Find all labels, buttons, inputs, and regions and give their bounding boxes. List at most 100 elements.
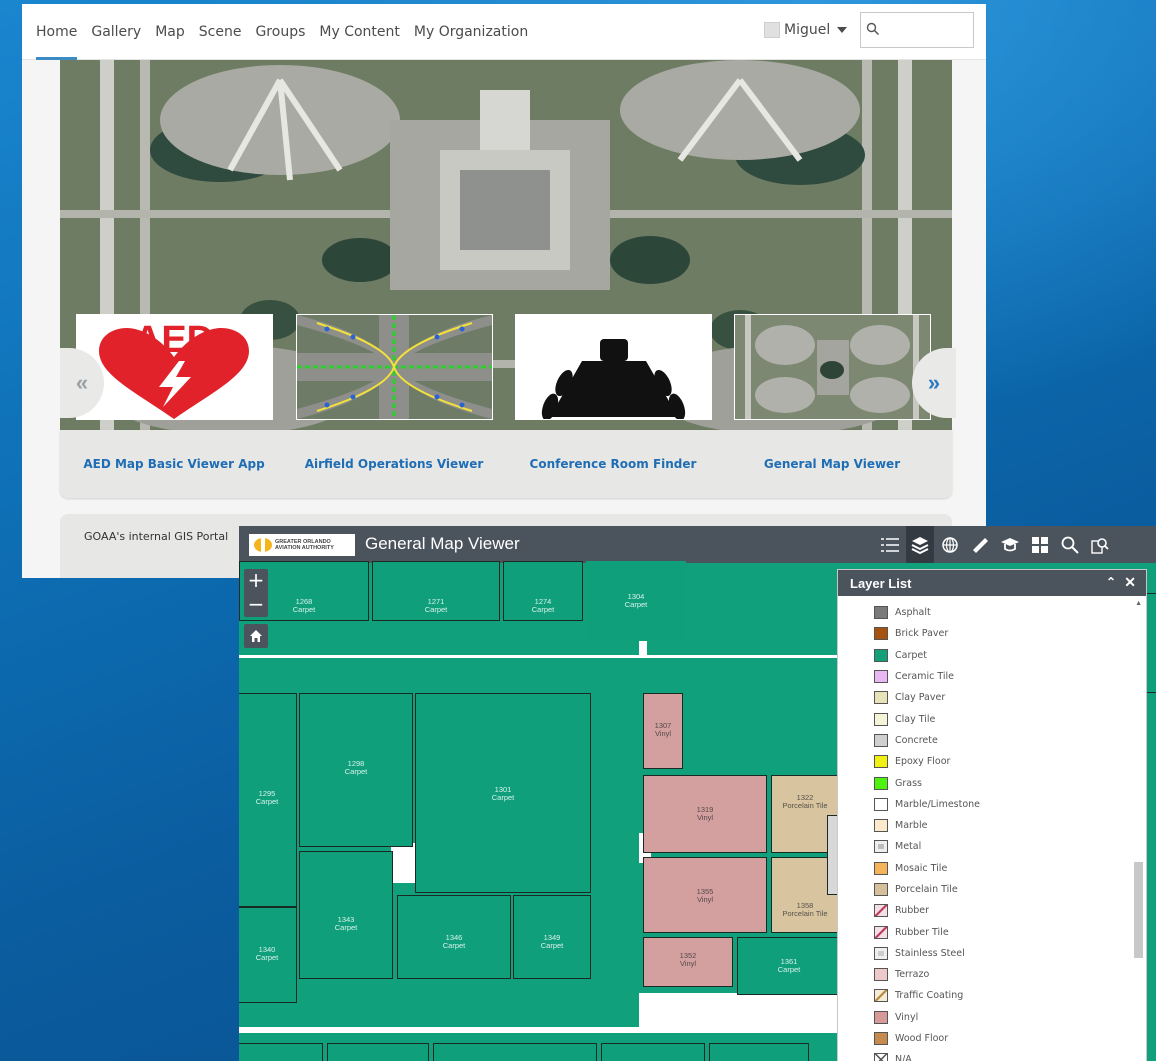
widget-grid-tool-button[interactable] <box>1026 526 1054 563</box>
aed-heart-icon: AED <box>99 319 249 419</box>
room-1295[interactable]: 1295 Carpet <box>239 693 297 907</box>
legend-swatch <box>874 904 888 918</box>
legend-item: Brick Paver <box>874 623 980 644</box>
room-1343[interactable]: 1343 Carpet <box>299 851 393 979</box>
scroll-up-icon[interactable]: ▲ <box>1135 600 1142 607</box>
search-icon <box>866 22 880 36</box>
card-label-general-map[interactable]: General Map Viewer <box>722 457 942 471</box>
room-1307[interactable]: 1307 Vinyl <box>643 693 683 769</box>
viewer-header: GREATER ORLANDO AVIATION AUTHORITY Gener… <box>239 526 1156 563</box>
zoom-out-button[interactable]: − <box>244 593 268 617</box>
legend-item: Epoxy Floor <box>874 751 980 772</box>
zoom-in-button[interactable]: + <box>244 569 268 593</box>
airfield-intersection-icon <box>297 315 492 419</box>
search-icon <box>1061 536 1079 554</box>
legend-swatch <box>874 776 888 790</box>
nav-scene[interactable]: Scene <box>199 4 242 60</box>
nav-groups[interactable]: Groups <box>255 4 305 60</box>
room-bottom[interactable] <box>601 1043 705 1061</box>
nav-my-content[interactable]: My Content <box>319 4 400 60</box>
legend-swatch <box>874 925 888 939</box>
user-name: Miguel <box>784 22 831 38</box>
legend-item: N/A <box>874 1049 980 1061</box>
room-1298[interactable]: 1298 Carpet <box>299 693 413 847</box>
card-label-airfield[interactable]: Airfield Operations Viewer <box>284 457 504 471</box>
card-general-map-thumbnail[interactable] <box>734 314 931 420</box>
legend-swatch <box>874 670 888 684</box>
legend-swatch <box>874 797 888 811</box>
hallway <box>391 843 416 883</box>
room-1355[interactable]: 1355 Vinyl <box>643 857 767 933</box>
legend-swatch <box>874 733 888 747</box>
collapse-icon[interactable]: ⌃ <box>1106 575 1116 589</box>
legend-tool-button[interactable] <box>876 526 904 563</box>
layer-list-panel: Layer List ⌃ ✕ ▲ Asphalt Brick Paver Carpe… <box>837 569 1147 1061</box>
card-conference-thumbnail[interactable] <box>515 314 712 421</box>
card-label-aed[interactable]: AED Map Basic Viewer App <box>64 457 284 471</box>
card-label-conference[interactable]: Conference Room Finder <box>503 457 723 471</box>
legend-label: Mosaic Tile <box>895 862 948 874</box>
top-navigation: Home Gallery Map Scene Groups My Content… <box>22 4 986 60</box>
legend-swatch <box>874 1010 888 1024</box>
nav-my-organization[interactable]: My Organization <box>414 4 528 60</box>
legend-label: N/A <box>895 1054 912 1061</box>
legend-label: Carpet <box>895 649 927 661</box>
close-icon[interactable]: ✕ <box>1124 574 1136 591</box>
query-icon <box>1091 537 1109 554</box>
room-1349[interactable]: 1349 Carpet <box>513 895 591 979</box>
about-tool-button[interactable] <box>996 526 1024 563</box>
nav-home[interactable]: Home <box>36 4 78 60</box>
room-1319[interactable]: 1319 Vinyl <box>643 775 767 853</box>
home-button[interactable] <box>244 624 268 648</box>
room-bottom[interactable] <box>327 1043 429 1061</box>
legend-swatch <box>874 840 888 854</box>
nav-gallery[interactable]: Gallery <box>91 4 141 60</box>
room-1271[interactable]: 1271 Carpet <box>372 561 500 621</box>
legend-label: Clay Tile <box>895 713 936 725</box>
room-1352[interactable]: 1352 Vinyl <box>643 937 733 987</box>
user-menu[interactable]: Miguel <box>764 22 848 38</box>
viewer-title: General Map Viewer <box>365 534 520 553</box>
layer-list-title: Layer List <box>850 575 912 591</box>
portal-window: Home Gallery Map Scene Groups My Content… <box>22 4 986 578</box>
legend-swatch <box>874 648 888 662</box>
measure-tool-button[interactable] <box>966 526 994 563</box>
portal-search[interactable] <box>860 12 974 48</box>
scrollbar-thumb[interactable] <box>1134 862 1143 958</box>
layer-list-tool-button[interactable] <box>906 526 934 563</box>
card-aed-thumbnail[interactable]: AED <box>76 314 273 420</box>
basemap-tool-button[interactable] <box>936 526 964 563</box>
query-tool-button[interactable] <box>1086 526 1114 563</box>
room-1301[interactable]: 1301 Carpet <box>415 693 591 893</box>
legend-item: Carpet <box>874 645 980 666</box>
legend-item: Concrete <box>874 730 980 751</box>
room-1304[interactable]: 1304 Carpet <box>586 561 686 641</box>
search-input[interactable] <box>885 13 971 47</box>
hallway <box>239 655 839 658</box>
nav-map[interactable]: Map <box>155 4 185 60</box>
card-airfield-thumbnail[interactable] <box>296 314 493 420</box>
legend-label: Stainless Steel <box>895 947 965 959</box>
legend-swatch <box>874 883 888 896</box>
legend-item: Marble/Limestone <box>874 794 980 815</box>
ruler-icon <box>973 537 988 553</box>
room-bottom[interactable] <box>709 1043 809 1061</box>
room-1361[interactable]: 1361 Carpet <box>737 937 841 995</box>
legend-item: Ceramic Tile <box>874 666 980 687</box>
room-1274[interactable]: 1274 Carpet <box>503 561 583 621</box>
legend-item: Wood Floor <box>874 1028 980 1049</box>
legend-label: Porcelain Tile <box>895 884 958 895</box>
legend-label: Marble/Limestone <box>895 798 981 810</box>
legend-swatch <box>874 819 888 833</box>
legend-item: Traffic Coating <box>874 985 980 1006</box>
room-bottom[interactable] <box>433 1043 597 1061</box>
room-1340[interactable]: 1340 Carpet <box>239 907 297 1003</box>
legend-item: Grass <box>874 772 980 793</box>
room-bottom[interactable] <box>239 1043 323 1061</box>
search-tool-button[interactable] <box>1056 526 1084 563</box>
room-1346[interactable]: 1346 Carpet <box>397 895 511 979</box>
legend-swatch <box>874 691 888 705</box>
legend-label: Brick Paver <box>895 628 949 640</box>
legend-item: Porcelain Tile <box>874 879 980 900</box>
legend-item: Terrazo <box>874 964 980 985</box>
